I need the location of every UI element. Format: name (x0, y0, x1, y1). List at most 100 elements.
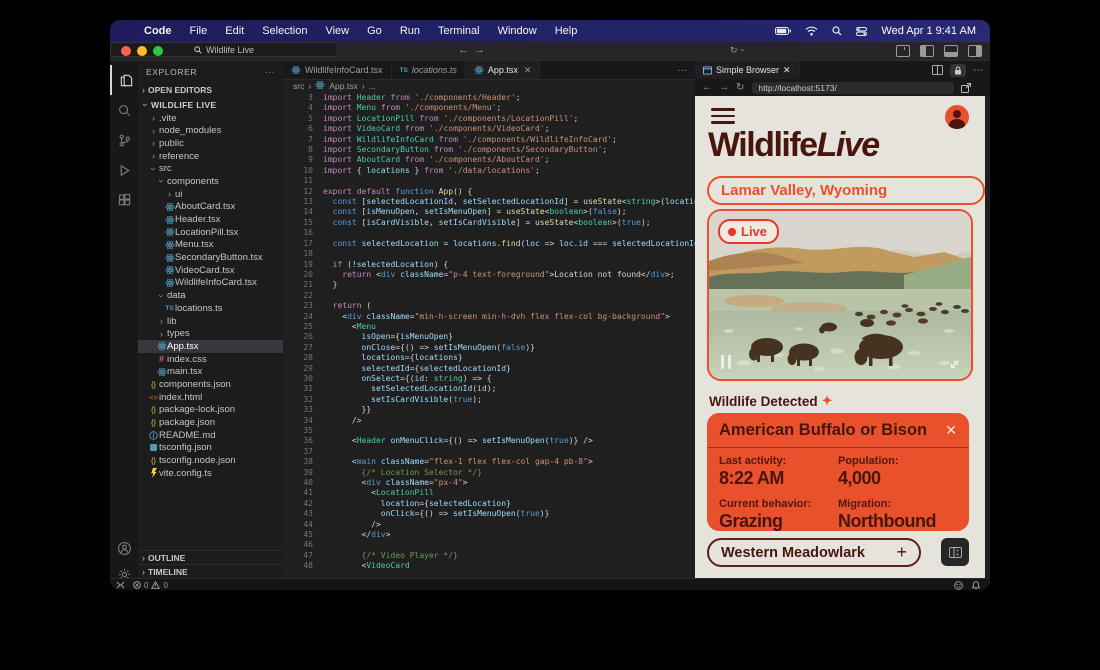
run-debug-icon[interactable] (110, 155, 138, 185)
location-pill-button[interactable]: Lamar Valley, Wyoming (707, 176, 985, 205)
tree-item-package-lock-json[interactable]: {}package-lock.json (138, 404, 283, 417)
timeline-section[interactable]: › TIMELINE (138, 564, 283, 578)
tab-locations-ts[interactable]: TSlocations.ts (392, 61, 466, 79)
control-center-icon[interactable] (856, 27, 867, 36)
tree-item-main-tsx[interactable]: main.tsx (138, 365, 283, 378)
menu-item-go[interactable]: Go (367, 25, 382, 37)
vscode-title-bar[interactable]: ← → Wildlife Live ↻⌄ (110, 42, 990, 61)
explorer-more-actions-icon[interactable]: ··· (265, 67, 275, 77)
browser-forward-icon[interactable]: → (719, 82, 729, 93)
notifications-bell-icon[interactable] (972, 581, 980, 590)
menu-item-window[interactable]: Window (498, 25, 537, 37)
tree-item-index-css[interactable]: #index.css (138, 353, 283, 366)
live-video-card[interactable]: Live (707, 209, 973, 381)
tree-item-ui[interactable]: ›ui (138, 188, 283, 201)
browser-reload-icon[interactable]: ↻ (736, 82, 744, 93)
toggle-secondary-sidebar-icon[interactable] (968, 45, 982, 57)
toggle-panel-icon[interactable] (944, 45, 958, 57)
open-editors-section[interactable]: › OPEN EDITORS (138, 83, 283, 97)
tree-item-src[interactable]: ›src (138, 162, 283, 175)
breadcrumb-item[interactable]: ... (369, 81, 376, 91)
editor-more-actions-icon[interactable]: ··· (677, 61, 695, 79)
breadcrumb[interactable]: src›App.tsx›... (283, 79, 705, 93)
tree-item-app-tsx[interactable]: App.tsx (138, 340, 283, 353)
menu-item-selection[interactable]: Selection (262, 25, 307, 37)
window-minimize-button[interactable] (137, 46, 147, 56)
search-view-icon[interactable] (110, 95, 138, 125)
browser-more-actions-icon[interactable]: ⋯ (973, 65, 983, 76)
outline-section[interactable]: › OUTLINE (138, 550, 283, 564)
tree-item-tsconfig-node-json[interactable]: {}tsconfig.node.json (138, 454, 283, 467)
tab-wildlifeinfocard-tsx[interactable]: WildlifeInfoCard.tsx (283, 61, 392, 79)
breadcrumb-item[interactable]: App.tsx (329, 81, 357, 91)
secondary-species-button[interactable]: Western Meadowlark + (707, 538, 921, 567)
tree-item--vite[interactable]: ›.vite (138, 112, 283, 125)
tree-item-locationpill-tsx[interactable]: LocationPill.tsx (138, 226, 283, 239)
history-forward-icon[interactable]: → (474, 44, 485, 56)
tree-item-components-json[interactable]: {}components.json (138, 378, 283, 391)
problems-indicator[interactable]: 0 0 (133, 581, 168, 590)
tree-item-package-json[interactable]: {}package.json (138, 416, 283, 429)
toggle-primary-sidebar-icon[interactable] (920, 45, 934, 57)
tab-app-tsx[interactable]: App.tsx✕ (466, 61, 541, 79)
browser-back-icon[interactable]: ← (702, 82, 712, 93)
sync-dropdown[interactable]: ↻⌄ (730, 45, 745, 56)
tree-item-public[interactable]: ›public (138, 137, 283, 150)
tree-item-lib[interactable]: ›lib (138, 315, 283, 328)
species-fields: Last activity:8:22 AMPopulation:4,000Cur… (719, 455, 957, 531)
split-editor-icon[interactable] (932, 65, 943, 75)
window-zoom-button[interactable] (153, 46, 163, 56)
tree-item-vite-config-ts[interactable]: vite.config.ts (138, 467, 283, 480)
code-editor[interactable]: 3import Header from './components/Header… (283, 93, 695, 578)
tree-item-header-tsx[interactable]: Header.tsx (138, 213, 283, 226)
url-input[interactable]: http://localhost:5173/ (752, 82, 954, 94)
history-back-icon[interactable]: ← (458, 44, 469, 56)
open-external-icon[interactable] (961, 83, 971, 93)
tree-item-index-html[interactable]: <>index.html (138, 391, 283, 404)
fullscreen-expand-icon[interactable] (948, 358, 961, 371)
tree-item-wildlifeinfocard-tsx[interactable]: WildlifeInfoCard.tsx (138, 277, 283, 290)
spotlight-search-icon[interactable] (832, 26, 842, 36)
feedback-icon[interactable] (954, 581, 963, 590)
menu-bar-clock[interactable]: Wed Apr 1 9:41 AM (881, 25, 976, 37)
menu-item-file[interactable]: File (190, 25, 208, 37)
menu-item-code[interactable]: Code (144, 25, 172, 37)
menu-item-edit[interactable]: Edit (225, 25, 244, 37)
extensions-icon[interactable] (110, 185, 138, 215)
close-icon[interactable]: ✕ (783, 65, 791, 76)
menu-item-help[interactable]: Help (555, 25, 578, 37)
tree-item-types[interactable]: ›types (138, 327, 283, 340)
tree-item-tsconfig-json[interactable]: tsconfig.json (138, 442, 283, 455)
floating-devtools-button[interactable] (941, 538, 969, 566)
tree-item-node-modules[interactable]: ›node_modules (138, 124, 283, 137)
close-icon[interactable]: ✕ (524, 65, 532, 76)
remote-indicator-icon[interactable] (116, 581, 125, 589)
simple-browser-tab[interactable]: Simple Browser ✕ (695, 61, 800, 79)
explorer-view-icon[interactable] (110, 65, 140, 95)
breadcrumb-item[interactable]: src (293, 81, 304, 91)
tree-item-data[interactable]: ›data (138, 289, 283, 302)
menu-hamburger-button[interactable] (711, 108, 735, 124)
tree-item-menu-tsx[interactable]: Menu.tsx (138, 239, 283, 252)
close-icon[interactable]: ✕ (945, 422, 957, 439)
chevron-right-icon: › (152, 113, 155, 123)
menu-item-view[interactable]: View (325, 25, 349, 37)
menu-item-run[interactable]: Run (400, 25, 420, 37)
tree-item-wildlife-live[interactable]: ›WILDLIFE LIVE (138, 99, 283, 112)
tree-item-reference[interactable]: ›reference (138, 150, 283, 163)
tree-item-components[interactable]: ›components (138, 175, 283, 188)
source-control-icon[interactable] (110, 125, 138, 155)
tree-item-readme-md[interactable]: README.md (138, 429, 283, 442)
tree-item-locations-ts[interactable]: TSlocations.ts (138, 302, 283, 315)
menu-item-terminal[interactable]: Terminal (438, 25, 480, 37)
customize-layout-icon[interactable] (896, 45, 910, 57)
browser-scrollbar[interactable] (985, 96, 990, 578)
avatar[interactable] (945, 105, 969, 129)
tree-item-aboutcard-tsx[interactable]: AboutCard.tsx (138, 201, 283, 214)
tree-item-videocard-tsx[interactable]: VideoCard.tsx (138, 264, 283, 277)
tree-item-secondarybutton-tsx[interactable]: SecondaryButton.tsx (138, 251, 283, 264)
wifi-icon[interactable] (805, 26, 818, 36)
lock-icon[interactable] (950, 64, 966, 77)
window-close-button[interactable] (121, 46, 131, 56)
pause-button[interactable] (721, 355, 731, 369)
